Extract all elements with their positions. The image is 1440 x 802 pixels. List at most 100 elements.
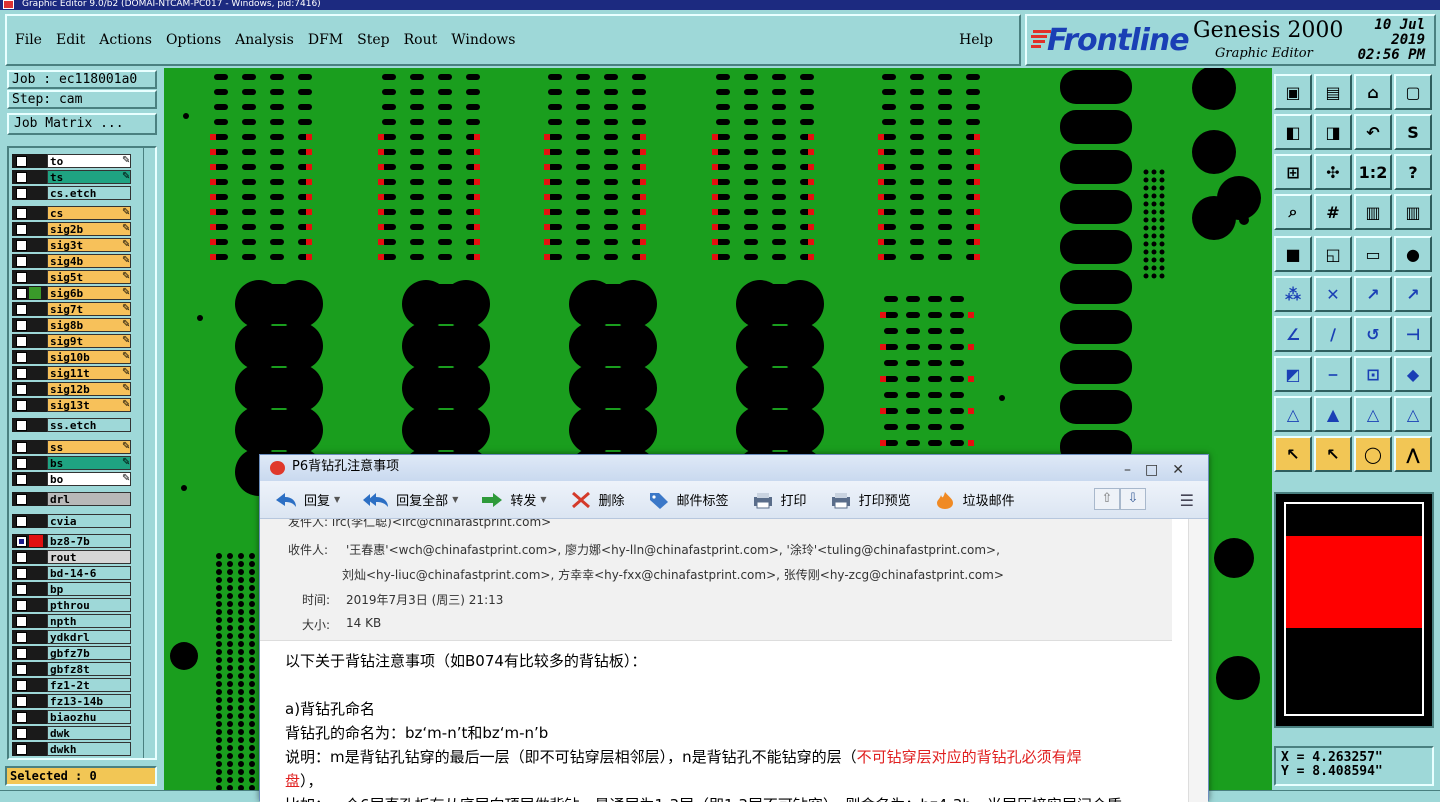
layer-affected-indicator[interactable] [28,382,47,396]
mail-titlebar[interactable]: P6背钻孔注意事项 –□✕ [260,455,1208,481]
layer-affected-indicator[interactable] [28,694,47,708]
layer-checkbox[interactable] [12,206,28,220]
delete-button[interactable]: 删除 [569,490,625,510]
snap-red-button[interactable]: ▥ [1354,194,1392,230]
layer-affected-indicator[interactable] [28,286,47,300]
layer-name[interactable]: sig3t [47,238,131,252]
layer-affected-indicator[interactable] [28,186,47,200]
fill-button[interactable]: ◆ [1394,356,1432,392]
layer-checkbox[interactable] [12,710,28,724]
layer-row-cs.etch[interactable]: cs.etch [12,186,133,200]
layer-checkbox[interactable] [12,398,28,412]
layer-row-sig8b[interactable]: sig8b ✎ [12,318,133,332]
layer-name[interactable]: ydkdrl [47,630,131,644]
layer-row-to[interactable]: to ✎ [12,154,133,168]
layer-affected-indicator[interactable] [28,566,47,580]
menu-dfm[interactable]: DFM [308,32,343,48]
layer-name[interactable]: sig9t [47,334,131,348]
layer-row-bz8-7b[interactable]: bz8-7b [12,534,133,548]
layer-name[interactable]: dwkh [47,742,131,756]
layer-affected-indicator[interactable] [28,614,47,628]
layer-row-gbfz8t[interactable]: gbfz8t [12,662,133,676]
layer-affected-indicator[interactable] [28,550,47,564]
layer-affected-indicator[interactable] [28,270,47,284]
layer-checkbox[interactable] [12,566,28,580]
layer-name[interactable]: sig2b [47,222,131,236]
layer-row-sig12b[interactable]: sig12b ✎ [12,382,133,396]
layer-row-ts[interactable]: ts ✎ [12,170,133,184]
menu-windows[interactable]: Windows [451,32,515,48]
layer-affected-indicator[interactable] [28,154,47,168]
spam-button[interactable]: 垃圾邮件 [933,490,1015,510]
layer-row-sig5t[interactable]: sig5t ✎ [12,270,133,284]
layer-affected-indicator[interactable] [28,398,47,412]
layer-checkbox[interactable] [12,350,28,364]
layer-affected-indicator[interactable] [28,350,47,364]
layer-row-sig7t[interactable]: sig7t ✎ [12,302,133,316]
layer-affected-indicator[interactable] [28,646,47,660]
layer-row-sig11t[interactable]: sig11t ✎ [12,366,133,380]
layer-affected-indicator[interactable] [28,472,47,486]
layer-checkbox[interactable] [12,382,28,396]
open-right-button[interactable]: ◨ [1314,114,1352,150]
layer-row-rout[interactable]: rout [12,550,133,564]
layer-checkbox[interactable] [12,418,28,432]
triangle-4-button[interactable]: △ [1394,396,1432,432]
layer-checkbox[interactable] [12,614,28,628]
layer-checkbox[interactable] [12,170,28,184]
layer-checkbox[interactable] [12,582,28,596]
arrow-red-2-button[interactable]: ↗ [1394,276,1432,312]
copy-move-button[interactable]: ◱ [1314,236,1352,272]
layer-name[interactable]: ss [47,440,131,454]
layer-row-bd-14-6[interactable]: bd-14-6 [12,566,133,580]
zoom-center-button[interactable]: ✣ [1314,154,1352,190]
layer-name[interactable]: bz8-7b [47,534,131,548]
network-button[interactable]: ⋀ [1394,436,1432,472]
layer-name[interactable]: sig7t [47,302,131,316]
layer-affected-indicator[interactable] [28,492,47,506]
layer-row-sig9t[interactable]: sig9t ✎ [12,334,133,348]
layer-row-ss[interactable]: ss ✎ [12,440,133,454]
layer-name[interactable]: bd-14-6 [47,566,131,580]
layer-checkbox[interactable] [12,286,28,300]
layer-name[interactable]: sig12b [47,382,131,396]
layer-checkbox[interactable] [12,238,28,252]
step-down-button[interactable]: ▤ [1314,74,1352,110]
layer-checkbox[interactable] [12,630,28,644]
layer-affected-indicator[interactable] [28,598,47,612]
layer-affected-indicator[interactable] [28,366,47,380]
layer-row-bo[interactable]: bo ✎ [12,472,133,486]
swap-button[interactable]: S [1394,114,1432,150]
layer-row-sig10b[interactable]: sig10b ✎ [12,350,133,364]
ruler-button[interactable]: ▭ [1354,236,1392,272]
menu-analysis[interactable]: Analysis [235,32,294,48]
layer-row-ydkdrl[interactable]: ydkdrl [12,630,133,644]
layer-checkbox[interactable] [12,440,28,454]
layer-row-sig13t[interactable]: sig13t ✎ [12,398,133,412]
menu-actions[interactable]: Actions [99,32,152,48]
layer-row-sig6b[interactable]: sig6b ✎ [12,286,133,300]
layer-checkbox[interactable] [12,726,28,740]
step-up-button[interactable]: ▣ [1274,74,1312,110]
layer-checkbox[interactable] [12,318,28,332]
connect-button[interactable]: ⁂ [1274,276,1312,312]
home-button[interactable]: ⌂ [1354,74,1392,110]
forward-button[interactable]: 转发 ▼ [480,490,547,510]
layer-affected-indicator[interactable] [28,742,47,756]
feature-select-button[interactable]: ■ [1274,236,1312,272]
layer-checkbox[interactable] [12,534,28,548]
pointer-2-button[interactable]: ↖ [1314,436,1352,472]
layer-name[interactable]: ss.etch [47,418,131,432]
layer-row-fz1-2t[interactable]: fz1-2t [12,678,133,692]
layer-affected-indicator[interactable] [28,514,47,528]
more-menu-icon[interactable]: ☰ [1180,491,1194,510]
layer-checkbox[interactable] [12,678,28,692]
minimize-icon[interactable]: – [1124,462,1145,478]
mail-scrollbar[interactable] [1188,519,1208,802]
zoom-fit-button[interactable]: ⊞ [1274,154,1312,190]
menu-options[interactable]: Options [166,32,221,48]
overview-preview[interactable] [1274,492,1434,728]
layer-affected-indicator[interactable] [28,630,47,644]
layer-checkbox[interactable] [12,222,28,236]
mail-tag-button[interactable]: 邮件标签 [647,490,729,510]
